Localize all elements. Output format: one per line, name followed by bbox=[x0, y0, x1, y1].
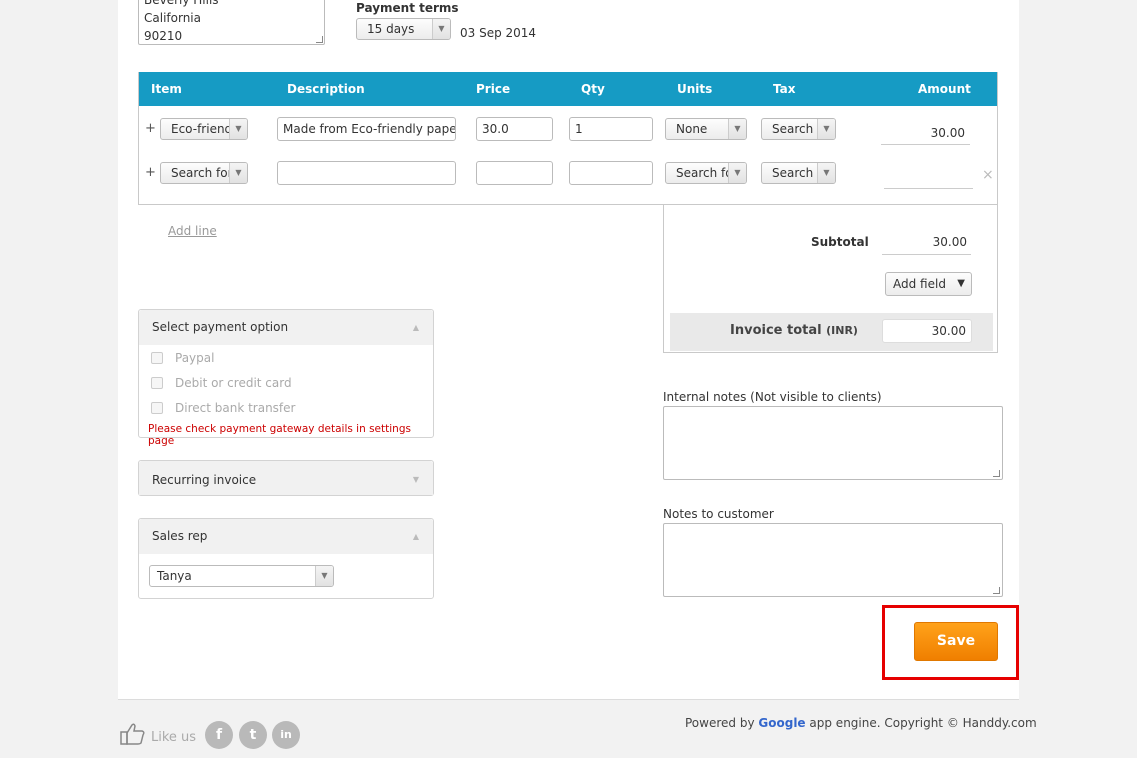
header-description: Description bbox=[287, 82, 365, 96]
option-label: Direct bank transfer bbox=[175, 401, 296, 415]
payment-panel-title: Select payment option bbox=[152, 320, 289, 334]
resize-handle-icon[interactable] bbox=[993, 470, 1000, 477]
tax-select[interactable]: Search ▼ bbox=[761, 118, 836, 140]
customer-notes-label: Notes to customer bbox=[663, 507, 774, 521]
due-date: 03 Sep 2014 bbox=[460, 26, 537, 40]
checkbox[interactable] bbox=[151, 377, 163, 389]
units-select[interactable]: None ▼ bbox=[665, 118, 747, 140]
subtotal-value: 30.00 bbox=[932, 235, 967, 249]
tax-value: Search bbox=[772, 122, 814, 136]
option-label: Paypal bbox=[175, 351, 215, 365]
resize-handle-icon[interactable] bbox=[993, 587, 1000, 594]
qty-input[interactable] bbox=[569, 161, 653, 185]
payment-option-bank[interactable]: Direct bank transfer bbox=[151, 401, 295, 415]
internal-notes-label: Internal notes (Not visible to clients) bbox=[663, 390, 882, 404]
remove-row-icon[interactable]: × bbox=[982, 167, 994, 183]
powered-by-text: Powered by Google app engine. Copyright … bbox=[685, 716, 1037, 730]
subtotal-underline bbox=[882, 254, 971, 255]
price-input[interactable]: 30.0 bbox=[476, 117, 553, 141]
google-logo: Google bbox=[758, 716, 806, 730]
invoice-total-value: 30.00 bbox=[882, 319, 972, 343]
header-item: Item bbox=[151, 82, 182, 96]
units-value: None bbox=[676, 122, 708, 136]
payment-option-card[interactable]: Debit or credit card bbox=[151, 376, 292, 390]
customer-notes-textarea[interactable] bbox=[663, 523, 1003, 597]
chevron-down-icon: ▼ bbox=[315, 566, 333, 586]
header-tax: Tax bbox=[773, 82, 796, 96]
like-us-label: Like us bbox=[151, 730, 197, 745]
recurring-panel-title: Recurring invoice bbox=[152, 473, 257, 487]
payment-terms-select[interactable]: 15 days ▼ bbox=[356, 18, 451, 40]
header-units: Units bbox=[677, 82, 713, 96]
address-line-1: Beverly Hills bbox=[144, 0, 219, 7]
header-price: Price bbox=[476, 82, 511, 96]
save-button[interactable]: Save bbox=[914, 622, 998, 661]
payment-option-paypal[interactable]: Paypal bbox=[151, 351, 214, 365]
tax-value: Search bbox=[772, 166, 814, 180]
twitter-icon[interactable]: t bbox=[239, 721, 267, 749]
chevron-down-icon: ▼ bbox=[728, 119, 746, 139]
qty-input[interactable]: 1 bbox=[569, 117, 653, 141]
option-label: Debit or credit card bbox=[175, 376, 292, 390]
thumbs-up-icon[interactable] bbox=[120, 722, 146, 746]
units-select[interactable]: Search for ▼ bbox=[665, 162, 747, 184]
linkedin-icon[interactable]: in bbox=[272, 721, 300, 749]
amount-value: 30.00 bbox=[930, 126, 965, 140]
facebook-icon[interactable]: f bbox=[205, 721, 233, 749]
sales-rep-value: Tanya bbox=[157, 569, 192, 583]
client-address-textarea[interactable]: Beverly Hills California 90210 bbox=[138, 0, 325, 45]
amount-underline bbox=[881, 144, 970, 145]
caret-down-icon: ▼ bbox=[957, 278, 965, 289]
price-input[interactable] bbox=[476, 161, 553, 185]
chevron-up-icon: ▲ bbox=[412, 323, 419, 332]
item-select[interactable]: Eco-friendly ▼ bbox=[160, 118, 248, 140]
add-line-link[interactable]: Add line bbox=[168, 224, 217, 238]
sales-rep-select[interactable]: Tanya ▼ bbox=[149, 565, 334, 587]
address-line-2: California bbox=[144, 11, 201, 25]
chevron-down-icon: ▼ bbox=[432, 19, 450, 39]
add-field-label: Add field bbox=[893, 277, 946, 291]
add-field-select[interactable]: Add field ▼ bbox=[885, 272, 972, 296]
item-select[interactable]: Search for ▼ bbox=[160, 162, 248, 184]
payment-option-panel: Select payment option ▲ Paypal Debit or … bbox=[138, 309, 434, 447]
sales-rep-panel: Sales rep ▲ Tanya ▼ bbox=[138, 518, 434, 599]
amount-underline bbox=[884, 188, 973, 189]
chevron-up-icon: ▲ bbox=[412, 532, 419, 541]
powered-by-label: Powered by bbox=[685, 716, 755, 730]
chevron-down-icon: ▼ bbox=[728, 163, 746, 183]
payment-warning: Please check payment gateway details in … bbox=[148, 423, 411, 447]
item-value: Search for bbox=[171, 166, 233, 180]
chevron-down-icon: ▼ bbox=[817, 163, 835, 183]
items-table: Item Description Price Qty Units Tax Amo… bbox=[138, 72, 998, 205]
chevron-down-icon: ▼ bbox=[817, 119, 835, 139]
items-table-header: Item Description Price Qty Units Tax Amo… bbox=[139, 72, 997, 106]
invoice-total-text: Invoice total bbox=[730, 323, 822, 338]
subtotal-label: Subtotal bbox=[811, 235, 869, 249]
recurring-invoice-panel: Recurring invoice ▼ bbox=[138, 460, 434, 496]
currency-code: (INR) bbox=[826, 324, 858, 337]
header-amount: Amount bbox=[918, 82, 971, 96]
sales-rep-panel-header[interactable]: Sales rep ▲ bbox=[139, 519, 433, 554]
chevron-down-icon: ▼ bbox=[229, 119, 247, 139]
description-input[interactable]: Made from Eco-friendly paper bbox=[277, 117, 456, 141]
payment-terms-label: Payment terms bbox=[356, 1, 459, 15]
address-line-3: 90210 bbox=[144, 29, 183, 43]
invoice-total-label: Invoice total (INR) bbox=[730, 323, 858, 338]
payment-terms-value: 15 days bbox=[367, 22, 415, 36]
copyright-text: app engine. Copyright © Handdy.com bbox=[809, 716, 1037, 730]
chevron-down-icon: ▼ bbox=[229, 163, 247, 183]
chevron-down-icon: ▼ bbox=[412, 475, 419, 484]
description-input[interactable] bbox=[277, 161, 456, 185]
tax-select[interactable]: Search ▼ bbox=[761, 162, 836, 184]
internal-notes-textarea[interactable] bbox=[663, 406, 1003, 480]
checkbox[interactable] bbox=[151, 402, 163, 414]
expand-row-button[interactable]: + bbox=[145, 121, 156, 136]
expand-row-button[interactable]: + bbox=[145, 165, 156, 180]
recurring-panel-header[interactable]: Recurring invoice ▼ bbox=[139, 461, 433, 495]
payment-panel-header[interactable]: Select payment option ▲ bbox=[139, 310, 433, 345]
checkbox[interactable] bbox=[151, 352, 163, 364]
sales-rep-panel-title: Sales rep bbox=[152, 529, 208, 543]
header-qty: Qty bbox=[581, 82, 605, 96]
resize-handle-icon[interactable] bbox=[316, 36, 323, 43]
